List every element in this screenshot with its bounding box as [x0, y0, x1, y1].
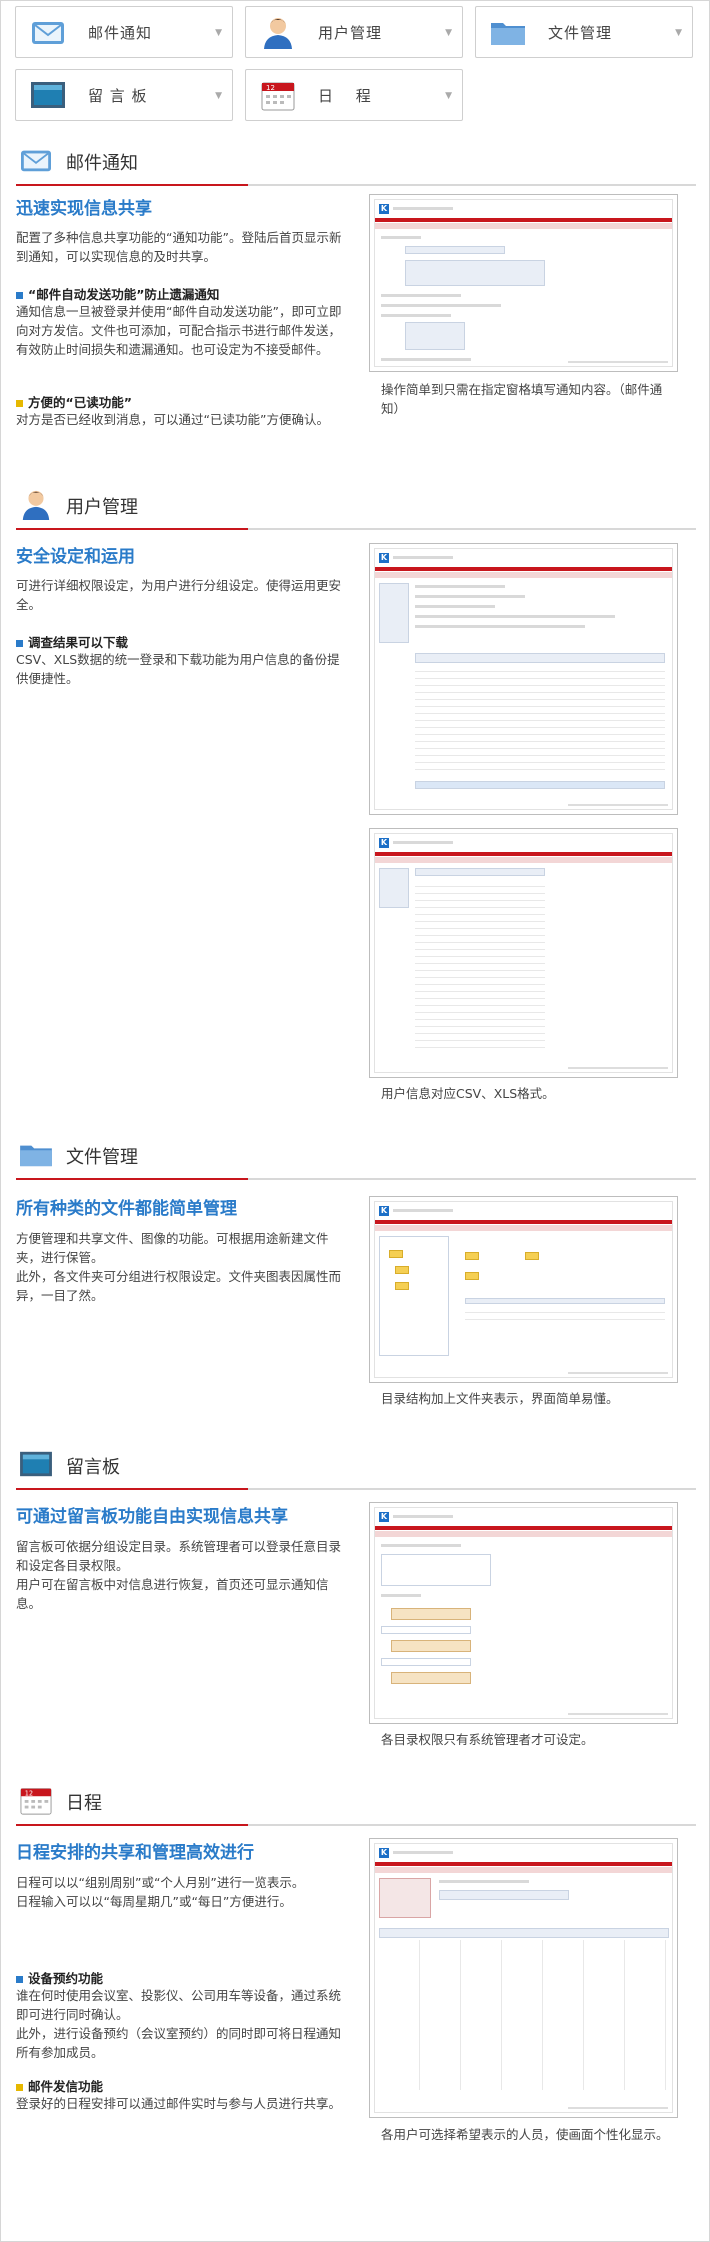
bullet-square-icon [16, 2084, 23, 2091]
mail-icon [26, 12, 70, 52]
nav-user-button[interactable]: 用户管理 ▼ [245, 6, 463, 58]
nav-file-label: 文件管理 [548, 23, 613, 42]
divider [16, 1824, 696, 1826]
screenshot-caption: 各目录权限只有系统管理者才可设定。 [381, 1732, 594, 1747]
section-body: 方便管理和共享文件、图像的功能。可根据用途新建文件夹，进行保管。 此外，各文件夹… [16, 1231, 342, 1303]
chevron-down-icon: ▼ [215, 91, 222, 101]
chevron-down-icon: ▼ [445, 28, 452, 38]
screenshot-thumbnail: K [369, 194, 678, 372]
screenshot-thumbnail: K [369, 1502, 678, 1724]
logo-icon: K [379, 1848, 389, 1858]
svg-text:12: 12 [266, 84, 275, 92]
feature-title: 设备预约功能 [16, 1968, 346, 1987]
nav-file-button[interactable]: 文件管理 ▼ [475, 6, 693, 58]
section-heading: 迅速实现信息共享 [16, 199, 152, 219]
nav-board-label: 留 言 板 [88, 86, 148, 105]
svg-text:12: 12 [25, 1789, 33, 1797]
logo-icon: K [379, 204, 389, 214]
feature-title: “邮件自动发送功能”防止遗漏通知 [16, 284, 346, 303]
user-icon [16, 486, 56, 522]
screenshot-caption: 目录结构加上文件夹表示，界面简单易懂。 [381, 1391, 619, 1406]
logo-icon: K [379, 838, 389, 848]
chevron-down-icon: ▼ [675, 28, 682, 38]
section-heading: 可通过留言板功能自由实现信息共享 [16, 1507, 288, 1527]
section-heading: 安全设定和运用 [16, 547, 135, 567]
section-body: 留言板可依据分组设定目录。系统管理者可以登录任意目录和设定各目录权限。 用户可在… [16, 1539, 342, 1611]
section-body: 日程可以以“组别周别”或“个人月别”进行一览表示。 日程输入可以以“每周星期几”… [16, 1875, 305, 1909]
section-body: 配置了多种信息共享功能的“通知功能”。登陆后首页显示新到通知，可以实现信息的及时… [16, 230, 342, 264]
feature-body: 通知信息一旦被登录并使用“邮件自动发送功能”，即可立即向对方发信。文件也可添加，… [16, 304, 342, 357]
board-icon [26, 75, 70, 115]
nav-mail-button[interactable]: 邮件通知 ▼ [15, 6, 233, 58]
screenshot-caption: 各用户可选择希望表示的人员，使画面个性化显示。 [381, 2127, 669, 2142]
divider [16, 1178, 696, 1180]
board-icon [16, 1446, 56, 1482]
bullet-square-icon [16, 400, 23, 407]
feature-title: 调查结果可以下载 [16, 632, 346, 651]
feature-body: 谁在何时使用会议室、投影仪、公司用车等设备，通过系统即可进行同时确认。 此外，进… [16, 1988, 342, 2060]
feature-title-text: 方便的“已读功能” [28, 395, 132, 410]
nav-user-label: 用户管理 [318, 23, 383, 42]
bullet-square-icon [16, 292, 23, 299]
feature-body: CSV、XLS数据的统一登录和下载功能为用户信息的备份提供便捷性。 [16, 652, 340, 686]
section-title: 留言板 [66, 1457, 120, 1478]
user-icon [256, 12, 300, 52]
screenshot-thumbnail: K [369, 828, 678, 1078]
section-header-mail: 邮件通知 [16, 136, 696, 186]
section-title: 文件管理 [66, 1147, 138, 1168]
section-title: 邮件通知 [66, 153, 138, 174]
screenshot-thumbnail: K [369, 1838, 678, 2118]
feature-title: 邮件发信功能 [16, 2076, 346, 2095]
screenshot-thumbnail: K [369, 543, 678, 815]
logo-icon: K [379, 1512, 389, 1522]
chevron-down-icon: ▼ [215, 28, 222, 38]
section-title: 日程 [66, 1793, 102, 1814]
section-heading: 日程安排的共享和管理高效进行 [16, 1843, 254, 1863]
feature-body: 登录好的日程安排可以通过邮件实时与参与人员进行共享。 [16, 2096, 342, 2111]
screenshot-thumbnail: K [369, 1196, 678, 1383]
calendar-icon: 12 [16, 1782, 56, 1818]
bullet-square-icon [16, 640, 23, 647]
section-heading: 所有种类的文件都能简单管理 [16, 1199, 237, 1219]
nav-mail-label: 邮件通知 [88, 23, 153, 42]
section-header-schedule: 12 日程 [16, 1776, 696, 1826]
feature-title-text: 邮件发信功能 [28, 2079, 104, 2094]
section-body: 可进行详细权限设定，为用户进行分组设定。使得运用更安全。 [16, 578, 342, 612]
chevron-down-icon: ▼ [445, 91, 452, 101]
nav-calendar-button[interactable]: 12 日 程 ▼ [245, 69, 463, 121]
screenshot-caption: 操作简单到只需在指定窗格填写通知内容。（邮件通知） [381, 382, 663, 416]
divider [16, 1488, 696, 1490]
feature-title-text: 调查结果可以下载 [28, 635, 129, 650]
logo-icon: K [379, 1206, 389, 1216]
calendar-icon: 12 [256, 75, 300, 115]
nav-board-button[interactable]: 留 言 板 ▼ [15, 69, 233, 121]
feature-title: 方便的“已读功能” [16, 392, 346, 411]
divider [16, 184, 696, 186]
section-header-file: 文件管理 [16, 1130, 696, 1180]
section-header-board: 留言板 [16, 1440, 696, 1490]
folder-icon [16, 1136, 56, 1172]
section-title: 用户管理 [66, 497, 138, 518]
bullet-square-icon [16, 1976, 23, 1983]
page-root: { "nav": [ {"label":"邮件通知","icon":"mail-… [0, 0, 710, 2242]
divider [16, 528, 696, 530]
folder-icon [486, 12, 530, 52]
feature-title-text: 设备预约功能 [28, 1971, 104, 1986]
mail-icon [16, 142, 56, 178]
logo-icon: K [379, 553, 389, 563]
nav-calendar-label: 日 程 [318, 86, 372, 105]
section-header-user: 用户管理 [16, 480, 696, 530]
screenshot-caption: 用户信息对应CSV、XLS格式。 [381, 1086, 555, 1101]
feature-body: 对方是否已经收到消息，可以通过“已读功能”方便确认。 [16, 412, 329, 427]
feature-title-text: “邮件自动发送功能”防止遗漏通知 [28, 287, 220, 302]
